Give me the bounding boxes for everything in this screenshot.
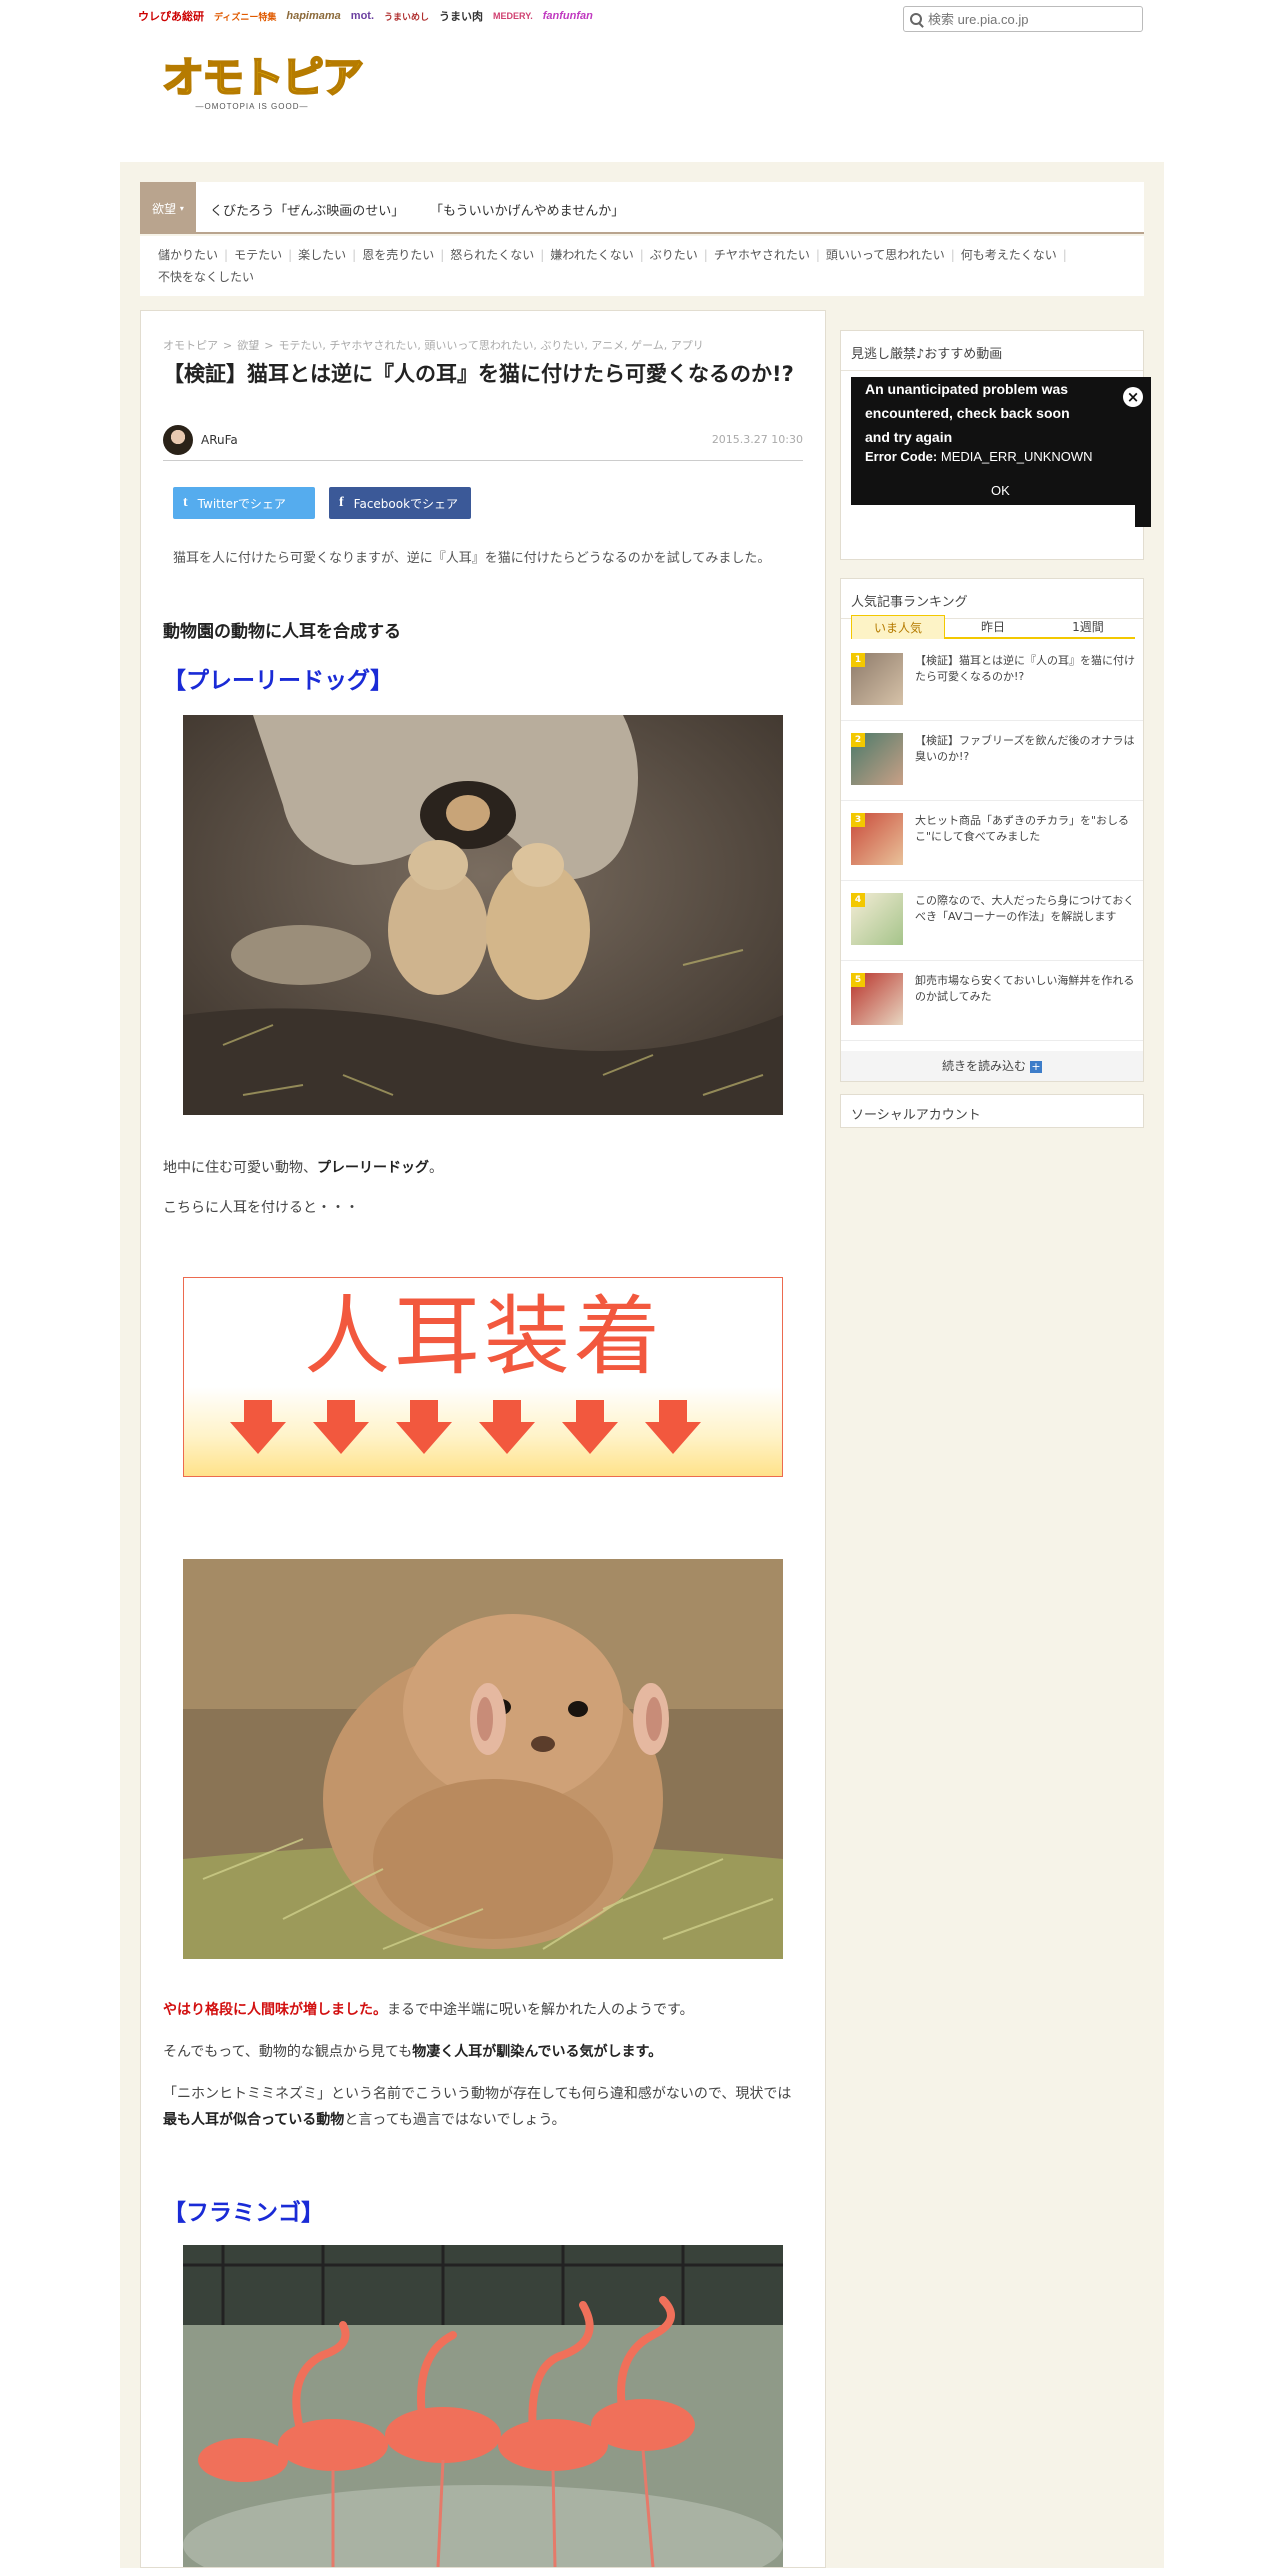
search-input[interactable]: [928, 11, 1128, 27]
ranking-thumbnail: 1: [851, 653, 903, 705]
subcat-item[interactable]: 怒られたくない: [450, 248, 534, 262]
ranking-item[interactable]: 3 大ヒット商品「あずきのチカラ」を"おしるこ"にして食べてみました: [841, 801, 1143, 881]
ranking-item-title: 【検証】猫耳とは逆に『人の耳』を猫に付けたら可愛くなるのか!?: [915, 654, 1135, 683]
search-box[interactable]: [903, 6, 1143, 32]
social-title: ソーシャルアカウント: [851, 1108, 981, 1123]
site-link-medery[interactable]: MEDERY.: [493, 11, 533, 21]
ranking-item[interactable]: 4 この際なので、大人だったら身につけておくべき「AVコーナーの作法」を解説しま…: [841, 881, 1143, 961]
author-name[interactable]: ARuFa: [201, 433, 238, 447]
subcat-item[interactable]: チヤホヤされたい: [714, 248, 810, 262]
subcat-item[interactable]: 不快をなくしたい: [158, 270, 254, 284]
subcat-item[interactable]: 恩を売りたい: [362, 248, 434, 262]
ranking-item[interactable]: 1 【検証】猫耳とは逆に『人の耳』を猫に付けたら可愛くなるのか!?: [841, 641, 1143, 721]
ranking-item-title: 卸売市場なら安くておいしい海鮮丼を作れるのか試してみた: [915, 974, 1135, 1003]
breadcrumb-home[interactable]: オモトピア: [163, 339, 218, 352]
video-ok-button[interactable]: OK: [991, 483, 1010, 498]
author-row: ARuFa 2015.3.27 10:30: [163, 425, 803, 461]
paragraph-4: そんでもって、動物的な観点から見ても物凄く人耳が馴染んでいる気がします。: [163, 2044, 663, 2060]
subcat-item[interactable]: 何も考えたくない: [961, 248, 1057, 262]
paragraph-2: こちらに人耳を付けると・・・: [163, 1200, 359, 1216]
ranking-thumbnail: 5: [851, 973, 903, 1025]
article-title: 【検証】猫耳とは逆に『人の耳』を猫に付けたら可愛くなるのか!?: [163, 362, 794, 386]
ranking-title: 人気記事ランキング: [841, 579, 1143, 619]
close-icon[interactable]: ×: [1123, 387, 1143, 407]
ranking-item[interactable]: 2 【検証】ファブリーズを飲んだ後のオナラは臭いのか!?: [841, 721, 1143, 801]
subcat-item[interactable]: 楽したい: [298, 248, 346, 262]
tab-yesterday[interactable]: 昨日: [946, 615, 1040, 639]
article-card: オモトピア > 欲望 > モテたい, チヤホヤされたい, 頭いいって思われたい, ぶりた…: [140, 310, 826, 2568]
twitter-icon: t: [183, 495, 188, 510]
prairie-dog-photo: [183, 715, 783, 1115]
ranking-thumbnail: 2: [851, 733, 903, 785]
ranking-item-title: 【検証】ファブリーズを飲んだ後のオナラは臭いのか!?: [915, 734, 1135, 763]
site-link-umainiku[interactable]: うまい肉: [439, 8, 483, 24]
site-link-urepia[interactable]: ウレぴあ総研: [138, 8, 204, 24]
ranking-item-title: 大ヒット商品「あずきのチカラ」を"おしるこ"にして食べてみました: [915, 814, 1130, 843]
rank-number: 2: [851, 733, 865, 747]
subcat-item[interactable]: 嫌われたくない: [550, 248, 633, 262]
author-avatar[interactable]: [163, 425, 193, 455]
publish-date: 2015.3.27 10:30: [711, 433, 803, 446]
paragraph-1: 地中に住む可愛い動物、プレーリードッグ。: [163, 1160, 443, 1176]
ranking-tabs: いま人気 昨日 1週間: [851, 615, 1135, 639]
twitter-share-button[interactable]: t Twitterでシェア: [173, 487, 315, 519]
prairie-dog-ears-photo: [183, 1559, 783, 1959]
tab-week[interactable]: 1週間: [1041, 615, 1135, 639]
breadcrumb-category[interactable]: 欲望: [237, 339, 259, 352]
subcat-item[interactable]: モテたい: [234, 248, 282, 262]
subheading-prairie-dog: 【プレーリードッグ】: [163, 668, 393, 694]
subcat-item[interactable]: 頭いいって思われたい: [826, 248, 945, 262]
category-link-1[interactable]: くびたろう「ぜんぶ映画のせい」: [210, 200, 404, 219]
subcat-item[interactable]: 儲かりたい: [158, 248, 218, 262]
social-widget: ソーシャルアカウント: [840, 1094, 1144, 1128]
plus-icon: +: [1030, 1059, 1042, 1073]
video-widget: 見逃し厳禁♪おすすめ動画 An unanticipated problem wa…: [840, 330, 1151, 560]
site-link-mot[interactable]: mot.: [351, 10, 374, 22]
category-nav: 欲望 ▾ くびたろう「ぜんぶ映画のせい」 「もういいかげんやめませんか」: [140, 182, 1144, 234]
category-tab-active[interactable]: 欲望 ▾: [140, 182, 196, 234]
rank-number: 5: [851, 973, 865, 987]
video-widget-title: 見逃し厳禁♪おすすめ動画: [841, 331, 1143, 371]
logo-text: オモトピア: [161, 52, 365, 103]
site-link-umaimeshi[interactable]: うまいめし: [384, 10, 429, 23]
ranking-thumbnail: 4: [851, 893, 903, 945]
tab-now[interactable]: いま人気: [851, 615, 945, 639]
paragraph-5: 「ニホンヒトミミネズミ」という名前でこういう動物が存在しても何ら違和感がないので…: [163, 2086, 792, 2128]
section-heading: 動物園の動物に人耳を合成する: [163, 622, 401, 642]
subcategory-list: 儲かりたい | モテたい | 楽したい | 恩を売りたい | 怒られたくない | 嫌われたくない | ぶ…: [140, 236, 1144, 296]
load-more-button[interactable]: 続きを読み込む +: [841, 1051, 1143, 1081]
article-lead: 猫耳を人に付けたら可愛くなりますが、逆に『人耳』を猫に付けたらどうなるのかを試し…: [173, 551, 771, 566]
subcat-item[interactable]: ぶりたい: [650, 248, 698, 262]
ranking-widget: 人気記事ランキング いま人気 昨日 1週間 1 【検証】猫耳とは逆に『人の耳』を…: [840, 578, 1144, 1082]
subheading-flamingo: 【フラミンゴ】: [163, 2200, 324, 2226]
site-logo[interactable]: オモトピア —OMOTOPIA IS GOOD—: [161, 52, 365, 118]
rank-number: 1: [851, 653, 865, 667]
video-error-message: An unanticipated problem was encountered…: [865, 381, 1070, 445]
site-link-fanfunfan[interactable]: fanfunfan: [543, 10, 593, 22]
paragraph-3: やはり格段に人間味が増しました。まるで中途半端に呪いを解かれた人のようです。: [163, 2002, 694, 2018]
ranking-item[interactable]: 5 卸売市場なら安くておいしい海鮮丼を作れるのか試してみた: [841, 961, 1143, 1041]
facebook-icon: f: [339, 495, 344, 510]
ranking-thumbnail: 3: [851, 813, 903, 865]
human-ear-banner: 人耳装着: [183, 1277, 783, 1477]
rank-number: 3: [851, 813, 865, 827]
rank-number: 4: [851, 893, 865, 907]
video-player[interactable]: An unanticipated problem was encountered…: [851, 377, 1151, 527]
facebook-share-button[interactable]: f Facebookでシェア: [329, 487, 471, 519]
site-link-disney[interactable]: ディズニー特集: [214, 10, 276, 23]
flamingo-photo: [183, 2245, 783, 2567]
video-error-code: Error Code: MEDIA_ERR_UNKNOWN: [865, 449, 1093, 464]
breadcrumb-tags[interactable]: モテたい, チヤホヤされたい, 頭いいって思われたい, ぶりたい, アニメ, ゲ…: [278, 339, 703, 352]
ranking-item-title: この際なので、大人だったら身につけておくべき「AVコーナーの作法」を解説します: [915, 894, 1135, 923]
breadcrumb: オモトピア > 欲望 > モテたい, チヤホヤされたい, 頭いいって思われたい, ぶりた…: [163, 339, 704, 352]
network-site-links: ウレぴあ総研 ディズニー特集 hapimama mot. うまいめし うまい肉 …: [138, 8, 593, 24]
category-link-2[interactable]: 「もういいかげんやめませんか」: [430, 200, 624, 219]
search-icon: [910, 13, 922, 25]
network-bar: ウレぴあ総研 ディズニー特集 hapimama mot. うまいめし うまい肉 …: [0, 0, 1284, 38]
site-link-hapimama[interactable]: hapimama: [286, 10, 340, 22]
